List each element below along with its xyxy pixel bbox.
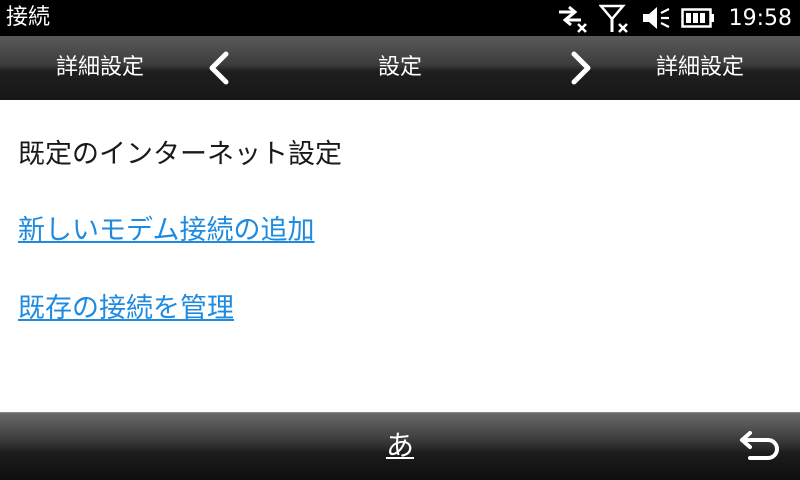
status-bar: 接続 19:58 [0, 0, 800, 36]
status-icons: 19:58 [555, 0, 792, 36]
back-icon[interactable] [738, 427, 782, 467]
signal-off-icon [598, 4, 628, 33]
status-time: 19:58 [728, 5, 792, 31]
speaker-muted-icon [642, 7, 670, 29]
data-off-icon [558, 5, 587, 33]
page-heading: 既定のインターネット設定 [18, 139, 342, 170]
chevron-left-icon[interactable] [202, 50, 238, 86]
nav-previous-tab[interactable]: 詳細設定 [0, 36, 200, 100]
add-modem-connection-link[interactable]: 新しいモデム接続の追加 [18, 208, 314, 247]
content-area: 既定のインターネット設定 新しいモデム接続の追加 既存の接続を管理 [0, 100, 800, 412]
bottom-bar: あ [0, 412, 800, 480]
nav-next-tab[interactable]: 詳細設定 [600, 36, 800, 100]
screen: 接続 19:58 詳細設定 設定 詳細設定 既定のインターネット設定 新しいモデ… [0, 0, 800, 480]
chevron-right-icon[interactable] [562, 50, 598, 86]
window-title: 接続 [6, 5, 51, 30]
nav-current-tab: 設定 [377, 55, 422, 80]
manage-connections-link[interactable]: 既存の接続を管理 [18, 286, 234, 325]
top-nav: 詳細設定 設定 詳細設定 [0, 36, 800, 100]
input-mode-button[interactable]: あ [370, 413, 430, 480]
battery-icon [680, 8, 714, 28]
